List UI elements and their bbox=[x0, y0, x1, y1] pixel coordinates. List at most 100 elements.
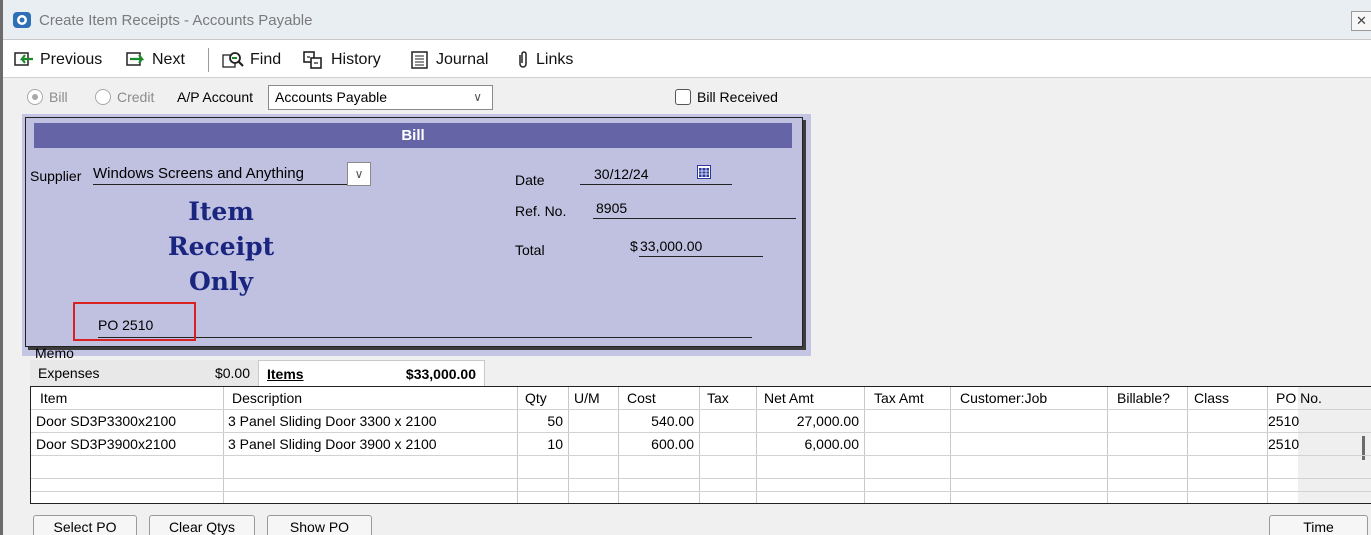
column-header-billable[interactable]: Billable? bbox=[1112, 387, 1186, 410]
cell-um[interactable] bbox=[568, 433, 618, 456]
ap-account-select[interactable]: Accounts Payable ∨ bbox=[268, 85, 493, 110]
stamp-line-2: Receipt bbox=[167, 232, 275, 261]
cell-qty[interactable]: 10 bbox=[517, 433, 568, 456]
previous-label: Previous bbox=[40, 51, 103, 68]
column-header-net-amt[interactable]: Net Amt bbox=[759, 387, 863, 410]
bill-radio-label: Bill bbox=[49, 89, 68, 105]
toolbar: Previous Next Find History Journal Links bbox=[3, 40, 1371, 78]
bill-header: Bill bbox=[34, 123, 792, 148]
total-value: 33,000.00 bbox=[639, 238, 763, 257]
cell-description[interactable]: 3 Panel Sliding Door 3300 x 2100 bbox=[223, 410, 517, 433]
links-label: Links bbox=[536, 51, 574, 68]
items-grid[interactable]: Item Description Qty U/M Cost Tax Net Am… bbox=[30, 386, 1371, 504]
calendar-icon[interactable] bbox=[697, 165, 711, 179]
radio-dot-selected bbox=[27, 89, 43, 105]
tab-expenses[interactable]: Expenses $0.00 bbox=[30, 360, 258, 386]
supplier-dropdown-button[interactable]: ∨ bbox=[347, 162, 371, 186]
chevron-down-icon: ∨ bbox=[354, 167, 364, 181]
app-icon bbox=[13, 12, 31, 28]
cell-item[interactable]: Door SD3P3900x2100 bbox=[31, 433, 223, 456]
journal-label: Journal bbox=[436, 51, 489, 68]
cell-tax-amt[interactable] bbox=[864, 433, 950, 456]
next-label: Next bbox=[152, 51, 185, 68]
time-button[interactable]: Time bbox=[1269, 515, 1368, 535]
clear-qtys-button[interactable]: Clear Qtys bbox=[149, 515, 255, 535]
close-button[interactable]: ✕ bbox=[1351, 11, 1371, 31]
tab-expenses-amount: $0.00 bbox=[214, 365, 250, 381]
cell-po-no[interactable]: 2510 bbox=[1267, 410, 1337, 433]
column-header-description[interactable]: Description bbox=[227, 387, 515, 410]
select-po-button[interactable]: Select PO bbox=[33, 515, 137, 535]
grid-row-divider bbox=[31, 491, 1371, 492]
journal-icon bbox=[411, 51, 428, 69]
column-header-tax-amt[interactable]: Tax Amt bbox=[869, 387, 949, 410]
history-label: History bbox=[331, 51, 381, 68]
cell-item[interactable]: Door SD3P3300x2100 bbox=[31, 410, 223, 433]
memo-highlight-box bbox=[73, 302, 196, 341]
cell-cost[interactable]: 540.00 bbox=[618, 410, 699, 433]
bill-received-checkbox[interactable]: Bill Received bbox=[675, 89, 778, 105]
column-header-um[interactable]: U/M bbox=[569, 387, 617, 410]
radio-dot bbox=[95, 89, 111, 105]
cell-customer-job[interactable] bbox=[950, 433, 1107, 456]
column-header-tax[interactable]: Tax bbox=[702, 387, 754, 410]
show-po-button[interactable]: Show PO bbox=[267, 515, 372, 535]
cell-description[interactable]: 3 Panel Sliding Door 3900 x 2100 bbox=[223, 433, 517, 456]
cell-class[interactable] bbox=[1187, 410, 1267, 433]
column-header-class[interactable]: Class bbox=[1189, 387, 1265, 410]
credit-radio[interactable]: Credit bbox=[95, 89, 154, 105]
memo-label: Memo bbox=[35, 345, 74, 361]
cell-net-amt[interactable]: 6,000.00 bbox=[756, 433, 864, 456]
checkbox-box bbox=[675, 89, 691, 105]
cell-po-no[interactable]: 2510 bbox=[1267, 433, 1337, 456]
table-row[interactable]: Door SD3P3900x2100 3 Panel Sliding Door … bbox=[31, 433, 1371, 456]
cell-qty[interactable]: 50 bbox=[517, 410, 568, 433]
toolbar-separator bbox=[208, 48, 209, 72]
previous-button[interactable]: Previous bbox=[14, 49, 102, 71]
window-title: Create Item Receipts - Accounts Payable bbox=[39, 12, 313, 29]
total-label: Total bbox=[515, 242, 545, 258]
chevron-down-icon: ∨ bbox=[473, 90, 482, 104]
column-header-po-no[interactable]: PO No. bbox=[1271, 387, 1341, 410]
window-left-edge bbox=[0, 0, 3, 535]
supplier-label: Supplier bbox=[30, 168, 82, 184]
column-header-cost[interactable]: Cost bbox=[622, 387, 698, 410]
bill-received-label: Bill Received bbox=[697, 89, 778, 105]
column-header-customer-job[interactable]: Customer:Job bbox=[955, 387, 1105, 410]
cell-cost[interactable]: 600.00 bbox=[618, 433, 699, 456]
date-label: Date bbox=[515, 172, 545, 188]
cell-billable[interactable] bbox=[1107, 433, 1187, 456]
credit-radio-label: Credit bbox=[117, 89, 155, 105]
journal-button[interactable]: Journal bbox=[410, 49, 488, 71]
history-button[interactable]: History bbox=[303, 49, 381, 71]
links-button[interactable]: Links bbox=[516, 49, 573, 71]
cell-class[interactable] bbox=[1187, 433, 1267, 456]
cell-tax-amt[interactable] bbox=[864, 410, 950, 433]
history-icon bbox=[303, 51, 322, 69]
ref-no-field[interactable]: 8905 bbox=[593, 200, 796, 219]
total-currency: $ bbox=[630, 238, 638, 254]
item-receipt-stamp: Item Receipt Only bbox=[162, 194, 280, 299]
find-button[interactable]: Find bbox=[222, 49, 281, 71]
cell-customer-job[interactable] bbox=[950, 410, 1107, 433]
tab-items-amount: $33,000.00 bbox=[405, 366, 476, 382]
cell-tax[interactable] bbox=[699, 433, 756, 456]
column-header-qty[interactable]: Qty bbox=[520, 387, 568, 410]
cell-um[interactable] bbox=[568, 410, 618, 433]
cell-tax[interactable] bbox=[699, 410, 756, 433]
tab-items[interactable]: Items $33,000.00 bbox=[258, 360, 485, 386]
next-icon bbox=[126, 52, 145, 66]
ap-account-label: A/P Account bbox=[177, 89, 254, 105]
ref-no-label: Ref. No. bbox=[515, 203, 567, 219]
cell-billable[interactable] bbox=[1107, 410, 1187, 433]
supplier-field[interactable]: Windows Screens and Anything bbox=[93, 165, 367, 185]
stamp-line-3: Only bbox=[189, 267, 253, 296]
bill-radio[interactable]: Bill bbox=[27, 89, 68, 105]
cell-net-amt[interactable]: 27,000.00 bbox=[756, 410, 864, 433]
next-button[interactable]: Next bbox=[126, 49, 185, 71]
title-bar: Create Item Receipts - Accounts Payable … bbox=[3, 0, 1371, 40]
find-icon bbox=[222, 52, 244, 68]
paperclip-icon bbox=[519, 51, 527, 68]
column-header-item[interactable]: Item bbox=[35, 387, 221, 410]
table-row[interactable]: Door SD3P3300x2100 3 Panel Sliding Door … bbox=[31, 410, 1371, 433]
